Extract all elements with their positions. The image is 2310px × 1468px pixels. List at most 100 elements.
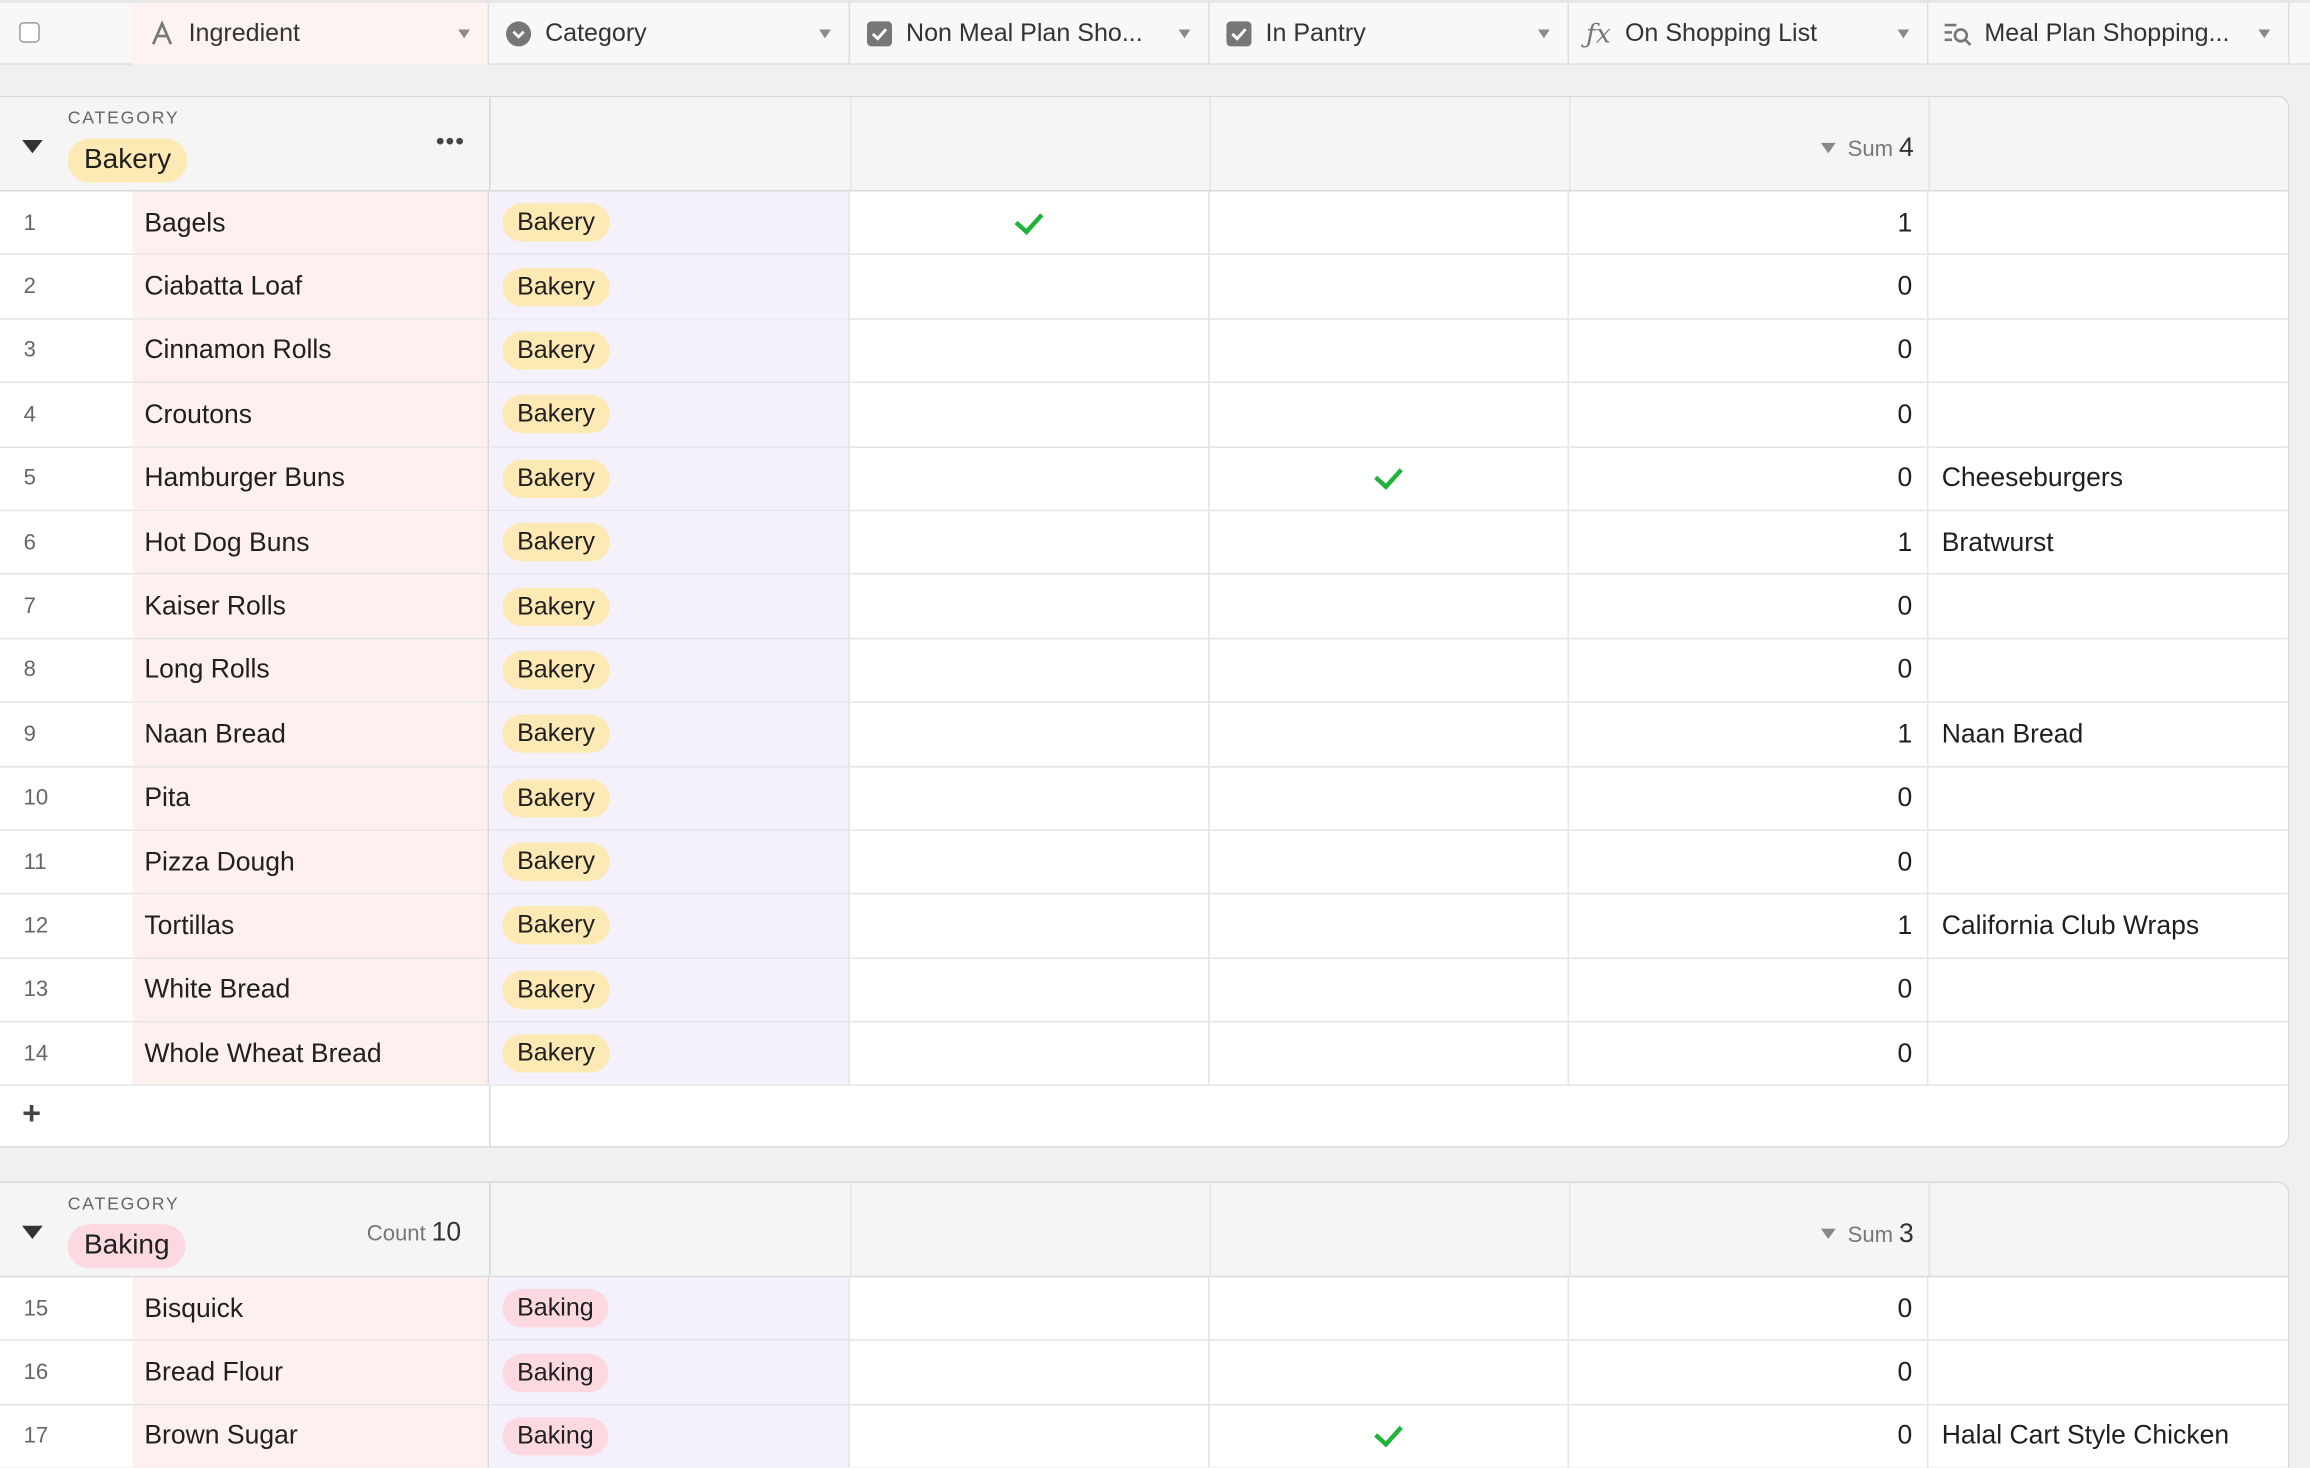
category-cell[interactable]: Bakery (489, 830, 851, 894)
table-row[interactable]: 17 Brown Sugar Baking 0 Halal Cart Style Chi… (0, 1405, 2288, 1468)
table-row[interactable]: 4 Croutons Bakery 0 (0, 383, 2288, 448)
in-pantry-cell[interactable] (1210, 447, 1569, 510)
table-row[interactable]: 11 Pizza Dough Bakery 0 (0, 830, 2288, 895)
category-cell[interactable]: Bakery (489, 1022, 851, 1085)
on-shopping-list-cell[interactable]: 1 (1569, 191, 1929, 254)
table-row[interactable]: 14 Whole Wheat Bread Bakery 0 (0, 1022, 2288, 1087)
in-pantry-cell[interactable] (1210, 1022, 1569, 1085)
column-header-non-meal-plan[interactable]: Non Meal Plan Sho... (850, 2, 1210, 65)
meal-plan-shopping-cell[interactable] (1928, 1341, 2287, 1403)
non-meal-plan-cell[interactable] (850, 958, 1210, 1022)
table-row[interactable]: 12 Tortillas Bakery 1 California Club Wraps (0, 894, 2288, 959)
meal-plan-shopping-cell[interactable] (1928, 767, 2287, 829)
category-cell[interactable]: Bakery (489, 894, 851, 958)
in-pantry-cell[interactable] (1210, 191, 1569, 254)
chevron-down-icon[interactable] (1821, 1227, 1836, 1239)
on-shopping-list-cell[interactable]: 1 (1569, 894, 1929, 958)
on-shopping-list-cell[interactable]: 0 (1569, 575, 1929, 638)
column-header-category[interactable]: Category (489, 2, 851, 65)
table-row[interactable]: 7 Kaiser Rolls Bakery 0 (0, 575, 2288, 639)
table-row[interactable]: 5 Hamburger Buns Bakery 0 Cheeseburgers (0, 447, 2288, 512)
non-meal-plan-cell[interactable] (850, 575, 1210, 638)
add-record-row[interactable]: + (0, 1086, 2288, 1146)
meal-plan-shopping-cell[interactable] (1928, 192, 2287, 254)
in-pantry-cell[interactable] (1210, 1341, 1569, 1404)
non-meal-plan-cell[interactable] (850, 383, 1210, 446)
non-meal-plan-cell[interactable] (850, 1022, 1210, 1085)
ingredient-cell[interactable]: Whole Wheat Bread (132, 1022, 490, 1085)
meal-plan-shopping-cell[interactable]: Naan Bread (1928, 703, 2287, 765)
category-cell[interactable]: Bakery (489, 702, 851, 766)
category-cell[interactable]: Bakery (489, 191, 851, 254)
ingredient-cell[interactable]: Hot Dog Buns (132, 511, 490, 574)
meal-plan-shopping-cell[interactable] (1928, 959, 2287, 1021)
meal-plan-shopping-cell[interactable] (1928, 319, 2287, 381)
in-pantry-cell[interactable] (1210, 766, 1569, 830)
category-cell[interactable]: Bakery (489, 447, 851, 510)
chevron-down-icon[interactable] (1178, 29, 1191, 39)
category-cell[interactable]: Bakery (489, 958, 851, 1022)
in-pantry-cell[interactable] (1210, 255, 1569, 318)
on-shopping-list-cell[interactable]: 1 (1569, 702, 1929, 766)
ingredient-cell[interactable]: Croutons (132, 383, 490, 446)
category-cell[interactable]: Baking (489, 1405, 851, 1468)
non-meal-plan-cell[interactable] (850, 766, 1210, 830)
ingredient-cell[interactable]: Tortillas (132, 894, 490, 958)
in-pantry-cell[interactable] (1210, 638, 1569, 702)
in-pantry-cell[interactable] (1210, 1405, 1569, 1468)
non-meal-plan-cell[interactable] (850, 447, 1210, 510)
category-cell[interactable]: Bakery (489, 766, 851, 830)
meal-plan-shopping-cell[interactable]: California Club Wraps (1928, 895, 2287, 957)
on-shopping-list-cell[interactable]: 1 (1569, 511, 1929, 574)
table-row[interactable]: 1 Bagels Bakery 1 (0, 191, 2288, 256)
on-shopping-list-cell[interactable]: 0 (1569, 1022, 1929, 1085)
in-pantry-cell[interactable] (1210, 575, 1569, 638)
column-header-ingredient[interactable]: Ingredient (132, 2, 490, 65)
non-meal-plan-cell[interactable] (850, 1405, 1210, 1468)
category-cell[interactable]: Bakery (489, 383, 851, 446)
chevron-down-icon[interactable] (819, 29, 831, 39)
column-header-on-shopping-list[interactable]: ƒx On Shopping List (1569, 2, 1929, 65)
non-meal-plan-cell[interactable] (850, 638, 1210, 702)
non-meal-plan-cell[interactable] (850, 255, 1210, 318)
collapse-group-toggle[interactable] (22, 139, 43, 154)
in-pantry-cell[interactable] (1210, 1277, 1569, 1340)
meal-plan-shopping-cell[interactable] (1928, 1277, 2287, 1339)
table-row[interactable]: 9 Naan Bread Bakery 1 Naan Bread (0, 702, 2288, 767)
ingredient-cell[interactable]: Hamburger Buns (132, 447, 490, 510)
more-options-icon[interactable]: ••• (436, 130, 465, 157)
table-row[interactable]: 16 Bread Flour Baking 0 (0, 1341, 2288, 1406)
non-meal-plan-cell[interactable] (850, 1341, 1210, 1404)
on-shopping-list-cell[interactable]: 0 (1569, 447, 1929, 510)
chevron-down-icon[interactable] (1538, 29, 1550, 39)
on-shopping-list-cell[interactable]: 0 (1569, 1341, 1929, 1404)
in-pantry-cell[interactable] (1210, 319, 1569, 382)
in-pantry-cell[interactable] (1210, 894, 1569, 958)
ingredient-cell[interactable]: Cinnamon Rolls (132, 319, 490, 382)
group-sum[interactable]: Sum 4 (1570, 133, 1914, 164)
add-record-button[interactable]: + (22, 1095, 41, 1133)
meal-plan-shopping-cell[interactable] (1928, 383, 2287, 445)
on-shopping-list-cell[interactable]: 0 (1569, 830, 1929, 894)
table-row[interactable]: 3 Cinnamon Rolls Bakery 0 (0, 319, 2288, 384)
on-shopping-list-cell[interactable]: 0 (1569, 958, 1929, 1022)
ingredient-cell[interactable]: Brown Sugar (132, 1405, 490, 1468)
category-cell[interactable]: Bakery (489, 638, 851, 702)
table-row[interactable]: 13 White Bread Bakery 0 (0, 958, 2288, 1023)
meal-plan-shopping-cell[interactable]: Cheeseburgers (1928, 447, 2287, 509)
ingredient-cell[interactable]: White Bread (132, 958, 490, 1022)
on-shopping-list-cell[interactable]: 0 (1569, 638, 1929, 702)
table-row[interactable]: 15 Bisquick Baking 0 (0, 1277, 2288, 1342)
meal-plan-shopping-cell[interactable] (1928, 639, 2287, 701)
in-pantry-cell[interactable] (1210, 511, 1569, 574)
table-row[interactable]: 2 Ciabatta Loaf Bakery 0 (0, 255, 2288, 320)
on-shopping-list-cell[interactable]: 0 (1569, 255, 1929, 318)
on-shopping-list-cell[interactable]: 0 (1569, 1405, 1929, 1468)
meal-plan-shopping-cell[interactable]: Halal Cart Style Chicken (1928, 1405, 2287, 1467)
ingredient-cell[interactable]: Ciabatta Loaf (132, 255, 490, 318)
non-meal-plan-cell[interactable] (850, 830, 1210, 894)
on-shopping-list-cell[interactable]: 0 (1569, 1277, 1929, 1340)
collapse-group-toggle[interactable] (22, 1225, 43, 1239)
non-meal-plan-cell[interactable] (850, 191, 1210, 254)
ingredient-cell[interactable]: Long Rolls (132, 638, 490, 702)
